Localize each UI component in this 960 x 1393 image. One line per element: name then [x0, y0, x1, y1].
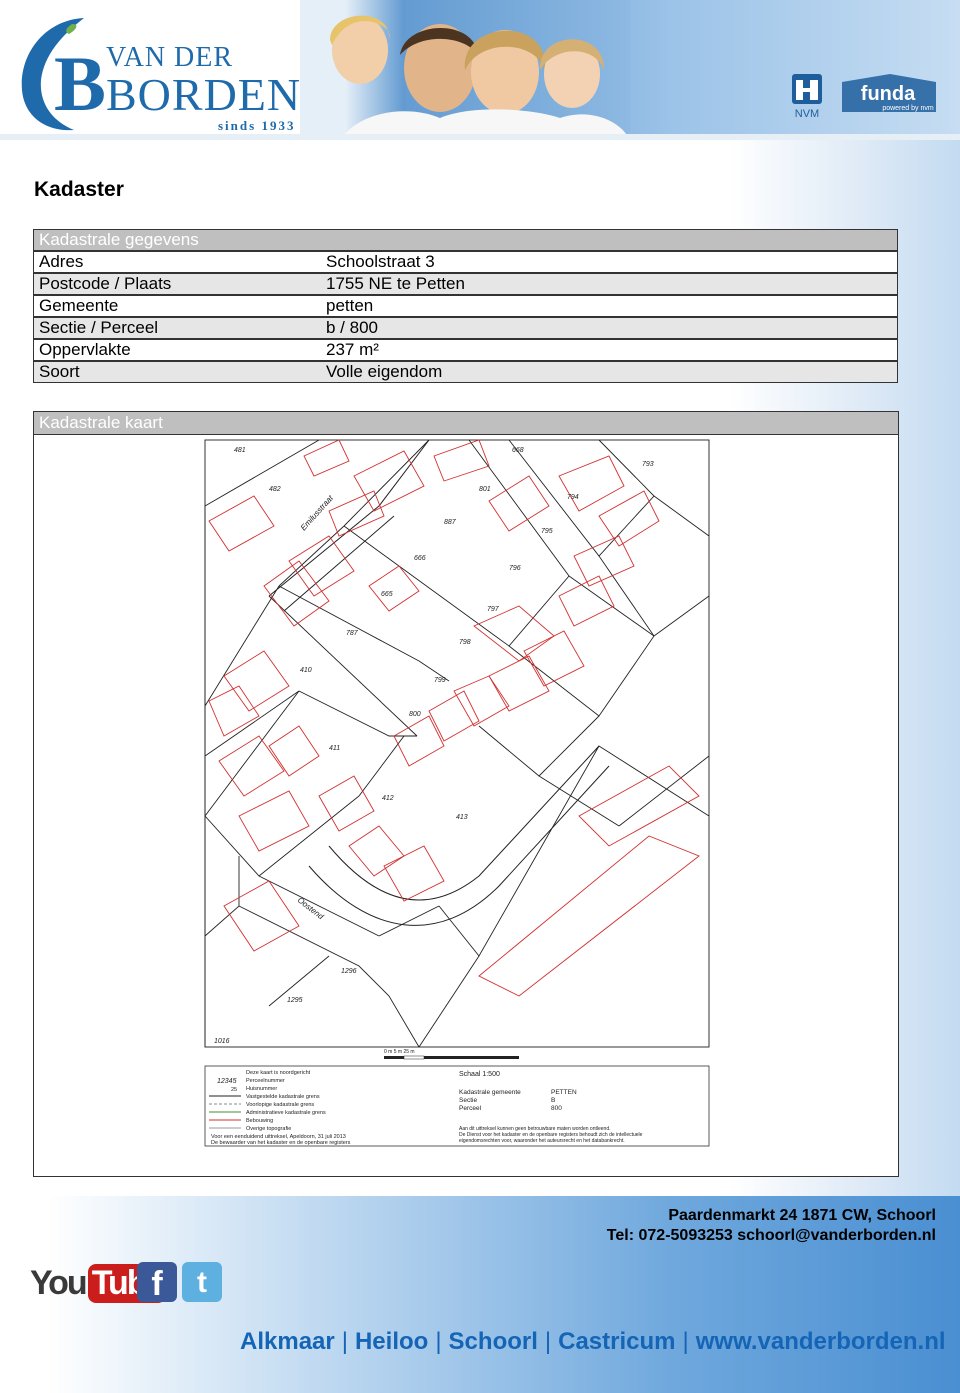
- row-value: 1755 NE te Petten: [321, 272, 898, 295]
- legend-sample-perceel: 12345: [217, 1078, 237, 1085]
- gegevens-header: Kadastrale gegevens: [33, 229, 898, 251]
- svg-text:B: B: [54, 40, 106, 127]
- parcel-number: 410: [300, 667, 312, 674]
- parcel-number: 797: [487, 606, 500, 613]
- legend-sectie-value: B: [551, 1097, 555, 1104]
- social-links: You Tube f t: [30, 1260, 225, 1305]
- parcel-number: 1016: [214, 1038, 230, 1045]
- row-value: Volle eigendom: [321, 360, 898, 383]
- row-label: Oppervlakte: [33, 338, 321, 361]
- row-value: Schoolstraat 3: [321, 250, 898, 273]
- row-label: Sectie / Perceel: [33, 316, 321, 339]
- parcel-number: 795: [541, 528, 553, 535]
- row-value: petten: [321, 294, 898, 317]
- office-contact: Paardenmarkt 24 1871 CW, Schoorl Tel: 07…: [607, 1206, 936, 1246]
- youtube-you: You: [30, 1264, 88, 1302]
- parcel-number: 796: [509, 565, 521, 572]
- legend-perceel-value: 800: [551, 1105, 562, 1112]
- parcel-number: 1296: [341, 968, 357, 975]
- logo-borden: BORDEN: [106, 69, 302, 120]
- row-label: Soort: [33, 360, 321, 383]
- nvm-label: NVM: [795, 108, 819, 120]
- parcel-number: 793: [642, 461, 654, 468]
- parcel-number: 665: [381, 591, 393, 598]
- city-link[interactable]: Alkmaar: [240, 1328, 335, 1355]
- scale-text: 0 m 5 m 25 m: [384, 1049, 415, 1055]
- page-title: Kadaster: [34, 178, 124, 201]
- van-der-borden-logo[interactable]: B VAN DER BORDEN sinds 1933: [14, 10, 304, 135]
- city-link[interactable]: Heiloo: [355, 1328, 428, 1355]
- office-phone-email[interactable]: Tel: 072-5093253 schoorl@vanderborden.nl: [607, 1226, 936, 1246]
- legend-sample-huis: 25: [231, 1087, 237, 1093]
- legend-item: Overige topografie: [246, 1126, 291, 1132]
- kadastrale-kaart-panel: Kadastrale kaart 481 482 668 793 801 794…: [33, 411, 899, 1177]
- legend-item: Huisnummer: [246, 1086, 277, 1092]
- map-left-blank: [34, 436, 179, 1175]
- twitter-icon[interactable]: t: [182, 1262, 222, 1302]
- family-photo: [300, 0, 630, 140]
- parcel-number: 482: [269, 486, 281, 493]
- legend-item: Administratieve kadastrale grens: [246, 1110, 326, 1116]
- nvm-logo[interactable]: NVM: [790, 72, 824, 120]
- parcel-number: 411: [329, 745, 340, 752]
- parcel-number: 794: [567, 494, 579, 501]
- legend-gemeente-value: PETTEN: [551, 1089, 577, 1096]
- facebook-icon[interactable]: f: [137, 1262, 177, 1303]
- parcel-number: 1295: [287, 997, 303, 1004]
- parcel-number: 412: [382, 795, 394, 802]
- parcel-number: 666: [414, 555, 426, 562]
- legend-note: eigendomsrechten voor, waaronder het aut…: [459, 1138, 625, 1144]
- parcel-number: 481: [234, 447, 246, 454]
- row-value: b / 800: [321, 316, 898, 339]
- legend-item: Perceelnummer: [246, 1078, 285, 1084]
- row-label: Postcode / Plaats: [33, 272, 321, 295]
- legend-footer: De bewaarder van het kadaster en de open…: [211, 1140, 351, 1146]
- legend-perceel-label: Perceel: [459, 1105, 482, 1112]
- logo-swirl-icon: B: [21, 18, 106, 131]
- city-link[interactable]: Castricum: [558, 1328, 675, 1355]
- parcel-number: 801: [479, 486, 491, 493]
- office-address: Paardenmarkt 24 1871 CW, Schoorl: [668, 1207, 936, 1224]
- legend-item: Voorlopige kadastrale grens: [246, 1102, 314, 1108]
- parcel-number: 787: [346, 630, 359, 637]
- parcel-number: 413: [456, 814, 468, 821]
- page-footer: Paardenmarkt 24 1871 CW, Schoorl Tel: 07…: [0, 1196, 960, 1393]
- parcel-number: 668: [512, 447, 524, 454]
- parcel-number: 800: [409, 711, 421, 718]
- row-label: Gemeente: [33, 294, 321, 317]
- office-cities: Alkmaar | Heiloo | Schoorl | Castricum | www.van…: [240, 1328, 946, 1355]
- cadastral-map[interactable]: 481 482 668 793 801 794 887 795 666 796 …: [179, 436, 753, 1175]
- website-link[interactable]: www.vanderborden.nl: [696, 1328, 946, 1355]
- legend-item: Vastgestelde kadastrale grens: [246, 1094, 320, 1100]
- parcel-number: 887: [444, 519, 457, 526]
- city-link[interactable]: Schoorl: [449, 1328, 538, 1355]
- kaart-header: Kadastrale kaart: [34, 412, 898, 435]
- legend-item: Bebouwing: [246, 1118, 273, 1124]
- funda-logo[interactable]: funda powered by nvm: [838, 72, 938, 120]
- funda-label: funda: [861, 83, 916, 105]
- legend-schaal: Schaal 1:500: [459, 1071, 500, 1078]
- kadastrale-gegevens-table: Kadastrale gegevens Adres Schoolstraat 3 …: [33, 229, 898, 383]
- row-label: Adres: [33, 250, 321, 273]
- parcel-number: 799: [434, 677, 446, 684]
- logo-sinds: sinds 1933: [218, 118, 296, 133]
- legend-sectie-label: Sectie: [459, 1097, 477, 1104]
- funda-sub: powered by nvm: [882, 105, 934, 112]
- page-header: B VAN DER BORDEN sinds 1933 NVM funda po…: [0, 0, 960, 140]
- row-value: 237 m²: [321, 338, 898, 361]
- legend-gemeente-label: Kadastrale gemeente: [459, 1089, 521, 1096]
- parcel-number: 798: [459, 639, 471, 646]
- legend-north: Deze kaart is noordgericht: [246, 1070, 311, 1076]
